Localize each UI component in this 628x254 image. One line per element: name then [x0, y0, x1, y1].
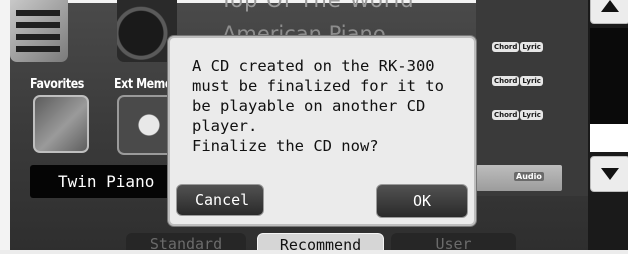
piano-icon[interactable]: [10, 0, 68, 62]
ext-memory-label: Ext Memo: [114, 77, 173, 92]
tone-name: Twin Piano: [58, 172, 155, 191]
favorites-label: Favorites: [30, 77, 84, 92]
triangle-down-icon: [601, 168, 619, 180]
frame-left-border: [0, 0, 10, 254]
list-item[interactable]: Chord Lyric: [492, 34, 544, 53]
dialog-message-line: A CD created on the RK-300: [192, 57, 435, 75]
dialog-message-line: player.: [192, 117, 258, 135]
screen: Top Of The World American Piano Favorite…: [0, 0, 628, 254]
lyric-badge: Lyric: [520, 42, 543, 52]
scrollbar-thumb[interactable]: [590, 28, 628, 124]
list-item[interactable]: Chord Lyric: [492, 102, 544, 121]
dialog-message-line: be playable on another CD: [192, 97, 426, 115]
scroll-down-button[interactable]: [590, 156, 628, 192]
finalize-cd-dialog: A CD created on the RK-300 must be final…: [168, 36, 476, 226]
list-item[interactable]: Chord Lyric: [492, 68, 544, 87]
favorites-icon[interactable]: [33, 95, 89, 153]
lyric-badge: Lyric: [520, 110, 543, 120]
frame-bottom-border: [0, 250, 628, 254]
dialog-message-line: Finalize the CD now?: [192, 137, 379, 155]
audio-badge: Audio: [514, 172, 544, 181]
ok-button[interactable]: OK: [376, 184, 468, 218]
lyric-badge: Lyric: [520, 76, 543, 86]
scroll-up-button[interactable]: [590, 0, 628, 24]
chord-badge: Chord: [492, 76, 520, 86]
song-title: Top Of The World: [220, 0, 415, 12]
dialog-message-line: must be finalized for it to: [192, 77, 444, 95]
cancel-button[interactable]: Cancel: [176, 184, 264, 216]
chord-badge: Chord: [492, 42, 520, 52]
dialog-message: A CD created on the RK-300 must be final…: [192, 56, 462, 156]
triangle-up-icon: [601, 0, 619, 12]
chord-badge: Chord: [492, 110, 520, 120]
